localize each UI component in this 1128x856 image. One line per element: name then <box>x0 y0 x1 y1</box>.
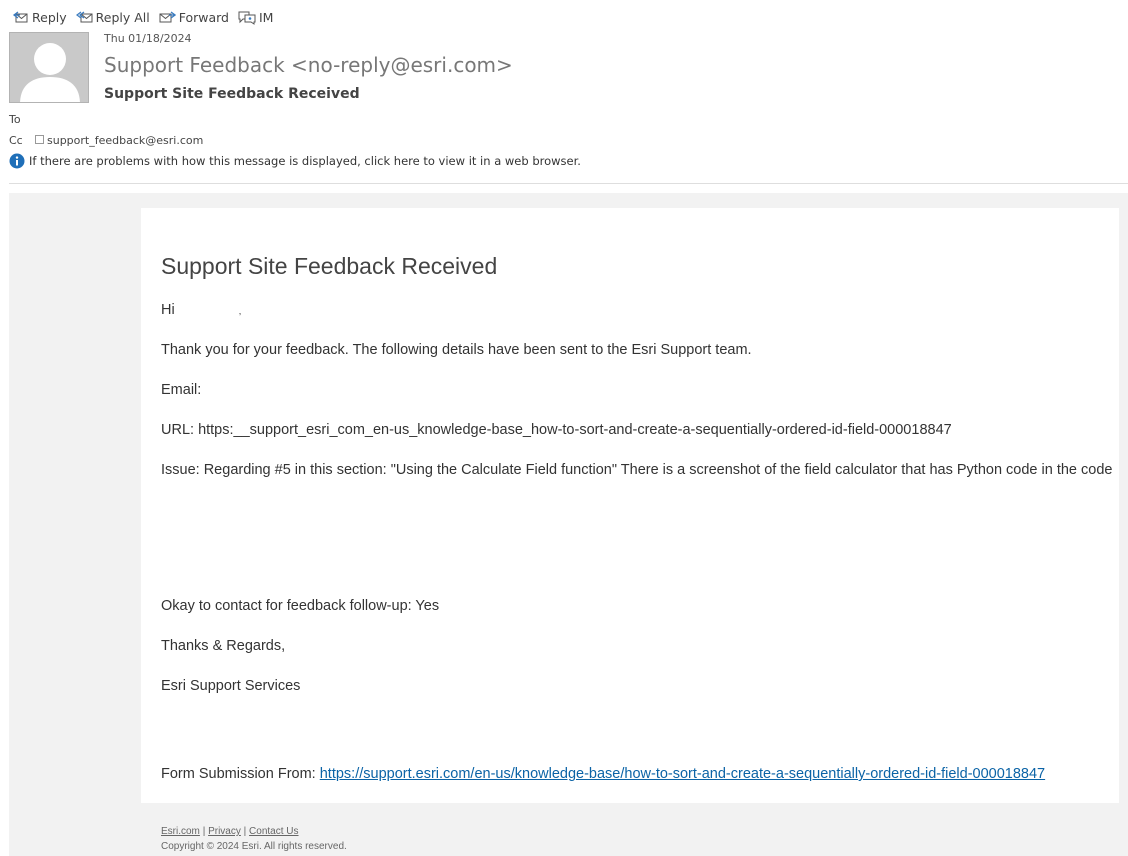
view-in-browser-notice[interactable]: If there are problems with how this mess… <box>9 153 581 169</box>
reply-label: Reply <box>32 9 67 25</box>
message-toolbar: Reply Reply All Forward IM <box>12 8 273 26</box>
forward-button[interactable]: Forward <box>159 10 229 25</box>
view-in-browser-text: If there are problems with how this mess… <box>29 154 581 168</box>
issue-line: Issue: Regarding #5 in this section: "Us… <box>161 462 1113 478</box>
reply-icon <box>12 10 28 22</box>
footer-links: Esri.com | Privacy | Contact Us <box>161 826 299 837</box>
forward-label: Forward <box>178 9 229 25</box>
reply-all-icon <box>75 11 93 22</box>
im-icon <box>238 11 256 25</box>
email-content-card <box>141 208 1119 803</box>
intro-text: Thank you for your feedback. The followi… <box>161 342 752 358</box>
message-subject: Support Site Feedback Received <box>104 86 360 102</box>
info-icon <box>9 153 25 169</box>
sender-avatar <box>9 32 89 103</box>
greeting: Hi, <box>161 302 241 318</box>
form-submission-link[interactable]: https://support.esri.com/en-us/knowledge… <box>320 766 1045 782</box>
reply-button[interactable]: Reply <box>12 10 67 25</box>
footer-separator: | <box>243 826 247 837</box>
cc-recipient-checkbox[interactable] <box>35 135 44 144</box>
email-heading: Support Site Feedback Received <box>161 253 498 279</box>
footer-link-contact[interactable]: Contact Us <box>249 826 298 837</box>
im-label: IM <box>259 9 274 25</box>
form-submission-label: Form Submission From: <box>161 766 320 782</box>
form-submission-line: Form Submission From: https://support.es… <box>161 766 1045 782</box>
followup-line: Okay to contact for feedback follow-up: … <box>161 598 440 614</box>
reply-all-label: Reply All <box>95 9 150 25</box>
footer-link-privacy[interactable]: Privacy <box>208 826 241 837</box>
footer-link-esri[interactable]: Esri.com <box>161 826 200 837</box>
cc-recipient[interactable]: support_feedback@esri.com <box>47 134 203 147</box>
greeting-comma: , <box>238 306 242 316</box>
to-label: To <box>9 113 21 126</box>
header-divider <box>9 183 1128 184</box>
footer-copyright: Copyright © 2024 Esri. All rights reserv… <box>161 841 347 852</box>
person-icon <box>20 43 80 102</box>
thanks-line: Thanks & Regards, <box>161 638 286 654</box>
email-field-line: Email: <box>161 382 202 398</box>
sender-name: Support Feedback <no-reply@esri.com> <box>104 53 513 77</box>
forward-icon <box>159 10 176 22</box>
reply-all-button[interactable]: Reply All <box>75 9 150 25</box>
greeting-word: Hi <box>161 302 175 318</box>
cc-label: Cc <box>9 134 23 147</box>
url-line: URL: https:__support_esri_com_en-us_know… <box>161 422 952 438</box>
message-date: Thu 01/18/2024 <box>104 32 192 45</box>
im-button[interactable]: IM <box>238 10 273 25</box>
signature-line: Esri Support Services <box>161 678 301 694</box>
footer-separator: | <box>202 826 206 837</box>
